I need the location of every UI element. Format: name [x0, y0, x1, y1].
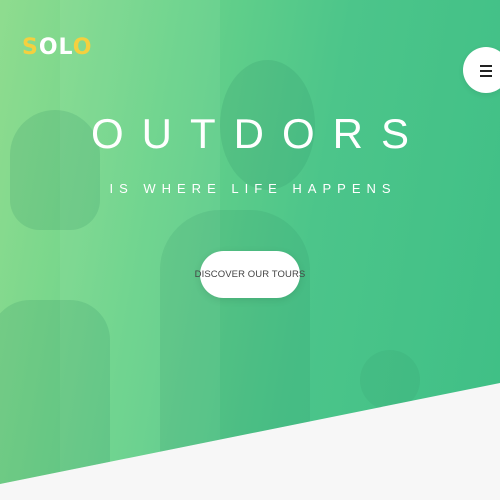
logo-letter-accent-end: O	[72, 35, 93, 60]
hamburger-menu-icon	[480, 64, 492, 77]
hero-section	[0, 0, 500, 484]
logo-letter-accent: S	[22, 35, 39, 60]
hero-photo-person-left-body	[0, 300, 110, 484]
site-logo[interactable]: SOLO	[22, 35, 93, 60]
logo-letters: OL	[38, 35, 73, 60]
discover-tours-button[interactable]: DISCOVER OUR TOURS	[195, 251, 305, 298]
hero-photo-object	[360, 350, 420, 410]
hero-title: OUTDORS	[91, 110, 427, 157]
hero-subtitle: IS WHERE LIFE HAPPENS	[109, 181, 397, 196]
